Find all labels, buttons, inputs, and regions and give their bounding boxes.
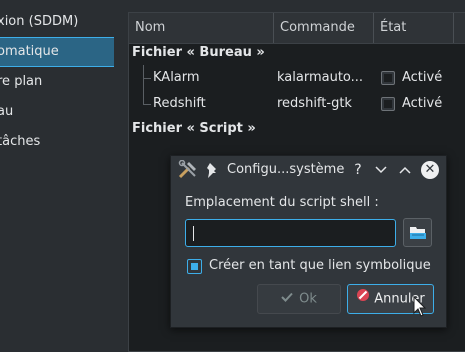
- browse-button[interactable]: [403, 218, 432, 247]
- table-row[interactable]: KAlarm kalarmauto... Activé: [129, 65, 465, 91]
- group-script-file[interactable]: Fichier « Script »: [132, 121, 256, 136]
- group-desktop-file[interactable]: Fichier « Bureau »: [132, 45, 265, 60]
- text-caret: [193, 226, 194, 241]
- row-enabled-checkbox[interactable]: [381, 71, 395, 85]
- chevron-down-icon[interactable]: [371, 160, 391, 180]
- sidebar-item-label: tâches: [0, 134, 41, 149]
- sidebar-item-background-services[interactable]: re plan: [0, 67, 114, 97]
- ok-button-label: Ok: [299, 291, 317, 307]
- configure-script-dialog: Configu...système ? ✕ Emplacement du scr…: [170, 155, 447, 328]
- pin-icon[interactable]: [206, 162, 220, 182]
- dialog-titlebar[interactable]: Configu...système ? ✕: [171, 156, 446, 184]
- sidebar-item-scheduled-tasks[interactable]: tâches: [0, 127, 114, 157]
- sidebar-item-label: xion (SDDM): [0, 14, 79, 29]
- tools-icon: [177, 159, 199, 184]
- row-command: redshift-gtk: [277, 96, 352, 111]
- column-header-name[interactable]: Nom: [129, 13, 274, 43]
- row-command: kalarmauto...: [277, 70, 364, 85]
- row-name: KAlarm: [153, 70, 200, 85]
- sidebar-item-label: au: [0, 104, 14, 119]
- sidebar-item-autostart[interactable]: omatique: [0, 37, 114, 67]
- script-location-input[interactable]: [185, 219, 396, 247]
- sidebar-item-label: omatique: [0, 44, 59, 59]
- table-row[interactable]: Redshift redshift-gtk Activé: [129, 91, 465, 117]
- sidebar-item-login-screen[interactable]: xion (SDDM): [0, 7, 114, 37]
- row-state: Activé: [402, 70, 443, 85]
- sidebar: xion (SDDM) omatique re plan au tâches: [0, 0, 114, 348]
- chevron-up-icon[interactable]: [395, 160, 415, 180]
- row-name: Redshift: [153, 96, 206, 111]
- column-header-state[interactable]: État: [374, 13, 454, 43]
- symlink-checkbox[interactable]: [187, 259, 202, 274]
- script-location-label: Emplacement du script shell :: [185, 195, 379, 210]
- row-enabled-checkbox[interactable]: [381, 97, 395, 111]
- mouse-cursor-icon: [413, 295, 427, 322]
- close-icon[interactable]: ✕: [421, 161, 439, 179]
- sidebar-item-session[interactable]: au: [0, 97, 114, 127]
- checkmark-icon: [281, 285, 293, 313]
- folder-open-icon: [409, 224, 427, 245]
- row-state: Activé: [402, 96, 443, 111]
- ok-button[interactable]: Ok: [257, 284, 341, 314]
- sidebar-item-label: re plan: [0, 74, 43, 89]
- cancel-icon: [356, 285, 370, 313]
- dialog-title: Configu...système: [227, 162, 345, 177]
- table-header: Nom Commande État: [129, 13, 465, 44]
- column-header-command[interactable]: Commande: [274, 13, 374, 43]
- help-button[interactable]: ?: [348, 160, 368, 180]
- symlink-checkbox-label[interactable]: Créer en tant que lien symbolique: [209, 258, 431, 273]
